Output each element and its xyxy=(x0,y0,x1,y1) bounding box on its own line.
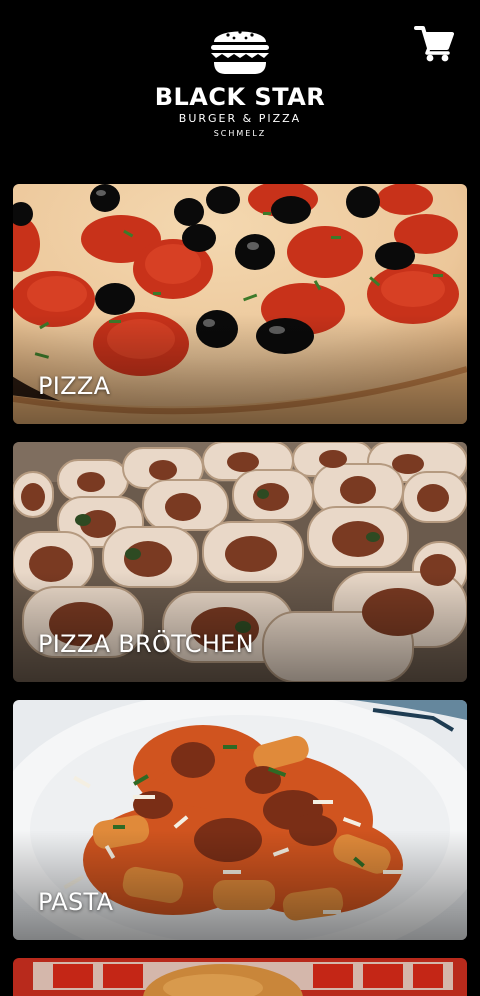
category-card-burger[interactable] xyxy=(13,958,467,996)
card-gradient xyxy=(13,572,467,682)
card-gradient xyxy=(13,830,467,940)
category-card-pizza[interactable]: PIZZA xyxy=(13,184,467,424)
brand-subtitle: BURGER & PIZZA xyxy=(178,112,302,125)
burger-photo xyxy=(13,958,467,996)
category-list: PIZZA PIZZA BRÖTCHEN PASTA xyxy=(13,184,467,996)
header: BLACK STAR BURGER & PIZZA SCHMELZ xyxy=(0,0,480,170)
burger-icon xyxy=(211,30,269,74)
category-label-pizza: PIZZA xyxy=(38,372,111,400)
card-gradient xyxy=(13,314,467,424)
category-card-pizza-broetchen[interactable]: PIZZA BRÖTCHEN xyxy=(13,442,467,682)
shopping-cart-icon[interactable] xyxy=(414,24,454,64)
category-label-pasta: PASTA xyxy=(38,888,114,916)
brand-logo[interactable]: BLACK STAR BURGER & PIZZA SCHMELZ xyxy=(140,20,340,150)
category-label-pizza-broetchen: PIZZA BRÖTCHEN xyxy=(38,630,254,658)
category-card-pasta[interactable]: PASTA xyxy=(13,700,467,940)
brand-location: SCHMELZ xyxy=(213,129,267,138)
brand-name: BLACK STAR xyxy=(154,83,326,111)
app-screen: BLACK STAR BURGER & PIZZA SCHMELZ PIZZA … xyxy=(0,0,480,996)
